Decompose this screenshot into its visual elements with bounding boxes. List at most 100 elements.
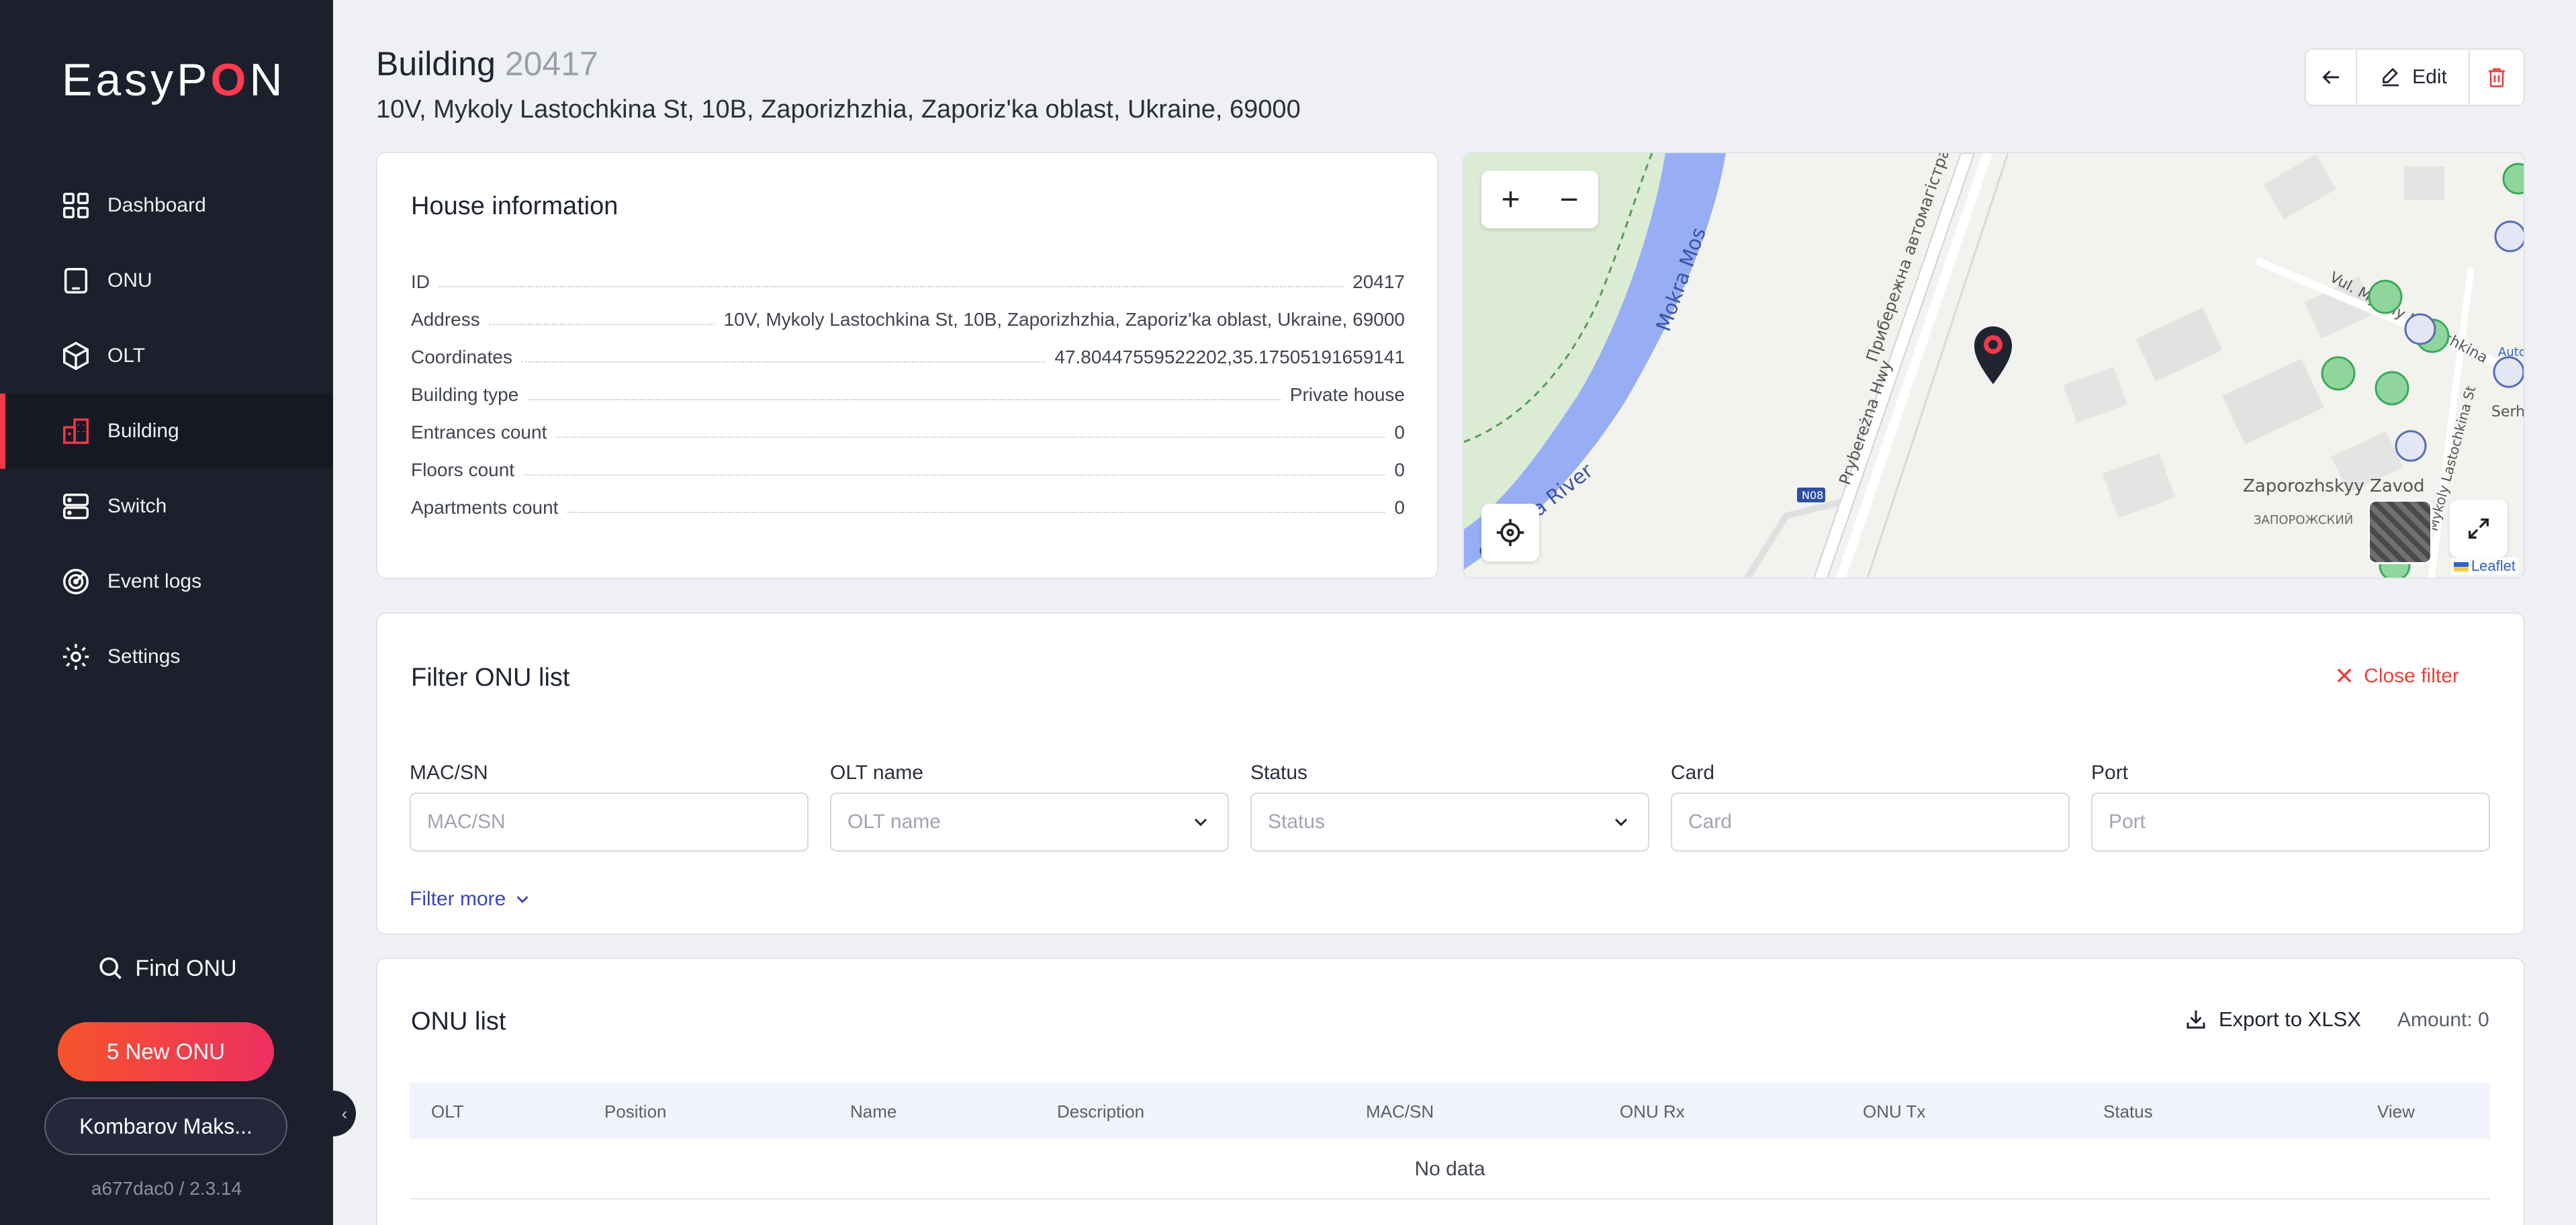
close-filter-button[interactable]: ✕ Close filter — [2334, 662, 2459, 690]
status-select[interactable]: Status — [1250, 792, 1649, 852]
ukraine-flag-icon — [2453, 562, 2469, 572]
page-title: Building 20417 — [376, 44, 598, 83]
edit-button[interactable]: Edit — [2357, 50, 2470, 105]
mac-sn-input[interactable]: MAC/SN — [410, 792, 809, 852]
delete-button[interactable] — [2470, 50, 2524, 105]
sidebar-item-label: Switch — [107, 495, 167, 517]
house-info-card: House information ID 20417 Address 10V, My… — [376, 152, 1438, 579]
chevron-left-icon: ‹ — [341, 1103, 348, 1124]
filter-more-label: Filter more — [410, 888, 506, 910]
minus-icon: − — [1559, 181, 1579, 218]
leaflet-link[interactable]: Leaflet — [2471, 557, 2516, 574]
header-actions: Edit — [2305, 48, 2525, 106]
edit-label: Edit — [2412, 66, 2447, 88]
new-onu-button[interactable]: 5 New ONU — [58, 1022, 274, 1081]
field-label-olt: OLT name — [830, 762, 923, 784]
onu-amount: Amount: 0 — [2397, 1009, 2489, 1031]
find-onu-button[interactable]: Find ONU — [0, 954, 333, 983]
sidebar-item-label: Building — [107, 420, 179, 442]
building-icon — [60, 416, 91, 447]
page-address: 10V, Mykoly Lastochkina St, 10B, Zaporiz… — [376, 95, 1301, 124]
sidebar-collapse-button[interactable]: ‹ — [333, 1091, 356, 1136]
column-header-view[interactable]: View — [2377, 1101, 2415, 1122]
sidebar-item-switch[interactable]: Switch — [0, 469, 333, 544]
onu-list-title: ONU list — [411, 1007, 506, 1036]
sidebar-nav: Dashboard ONU OLT Building Switch Event … — [0, 168, 333, 694]
user-menu-button[interactable]: Kombarov Maks... — [44, 1097, 287, 1155]
map-widget[interactable]: Mokra Mos oskovka River Прибережна автом… — [1463, 152, 2525, 579]
sidebar-item-building[interactable]: Building — [0, 394, 333, 469]
app-version: a677dac0 / 2.3.14 — [91, 1178, 242, 1199]
column-header-onu-rx[interactable]: ONU Rx — [1620, 1101, 1685, 1122]
info-row-apartments: Apartments count 0 — [411, 497, 1405, 518]
sidebar-item-settings[interactable]: Settings — [0, 619, 333, 694]
building-number: 20417 — [504, 45, 598, 83]
info-row-address: Address 10V, Mykoly Lastochkina St, 10B, … — [411, 309, 1405, 330]
square-icon — [60, 265, 91, 296]
crosshair-icon — [1496, 518, 1524, 547]
map-attribution[interactable]: Leaflet — [2450, 557, 2518, 575]
sidebar-item-dashboard[interactable]: Dashboard — [0, 168, 333, 243]
port-placeholder: Port — [2109, 811, 2146, 833]
sidebar-item-event-logs[interactable]: Event logs — [0, 544, 333, 619]
column-header-name[interactable]: Name — [850, 1101, 896, 1122]
map-canvas[interactable]: Mokra Mos oskovka River Прибережна автом… — [1464, 153, 2525, 579]
sidebar-item-label: OLT — [107, 345, 146, 367]
find-onu-label: Find ONU — [135, 955, 237, 981]
info-row-building-type: Building type Private house — [411, 384, 1405, 405]
map-road-badge: N08 — [1802, 489, 1823, 502]
radar-icon — [60, 566, 91, 597]
layer-switcher-button[interactable] — [2368, 500, 2432, 564]
sidebar-item-label: ONU — [107, 269, 152, 291]
zoom-out-button[interactable]: − — [1540, 171, 1598, 228]
sidebar: EasyPON Dashboard ONU OLT Building Switc… — [0, 0, 333, 1225]
column-header-mac[interactable]: MAC/SN — [1366, 1101, 1434, 1122]
edit-icon — [2383, 68, 2399, 87]
field-label-mac: MAC/SN — [410, 762, 488, 784]
zoom-in-button[interactable]: + — [1481, 171, 1540, 228]
column-header-olt[interactable]: OLT — [431, 1101, 464, 1122]
house-info-title: House information — [411, 192, 618, 220]
port-input[interactable]: Port — [2091, 792, 2490, 852]
map-label-place1: Zaporozhskyy Zavod — [2243, 476, 2425, 496]
info-row-entrances: Entrances count 0 — [411, 422, 1405, 443]
sidebar-item-label: Event logs — [107, 570, 202, 592]
trash-icon — [2489, 68, 2505, 87]
column-header-description[interactable]: Description — [1057, 1101, 1144, 1122]
cube-icon — [60, 341, 91, 371]
mac-sn-placeholder: MAC/SN — [427, 811, 506, 833]
sidebar-item-olt[interactable]: OLT — [0, 318, 333, 394]
filter-title: Filter ONU list — [411, 664, 570, 692]
map-zoom-control: + − — [1481, 171, 1598, 228]
sidebar-item-label: Settings — [107, 645, 181, 668]
fullscreen-button[interactable] — [2450, 500, 2508, 557]
column-header-position[interactable]: Position — [604, 1101, 667, 1122]
olt-name-placeholder: OLT name — [847, 811, 941, 833]
sidebar-item-onu[interactable]: ONU — [0, 243, 333, 318]
field-label-status: Status — [1250, 762, 1308, 784]
chevron-down-icon — [516, 896, 528, 903]
expand-icon — [2469, 518, 2489, 539]
info-row-coordinates: Coordinates 47.80447559522202,35.17505191… — [411, 347, 1405, 367]
column-header-status[interactable]: Status — [2103, 1101, 2153, 1122]
chevron-down-icon — [1614, 818, 1628, 827]
back-button[interactable] — [2306, 50, 2357, 105]
close-filter-label: Close filter — [2364, 665, 2459, 687]
info-row-id: ID 20417 — [411, 271, 1405, 292]
info-row-floors: Floors count 0 — [411, 459, 1405, 480]
map-label-road5: Serhii — [2491, 404, 2525, 420]
locate-button[interactable] — [1481, 504, 1539, 561]
app-logo[interactable]: EasyPON — [62, 54, 286, 106]
card-placeholder: Card — [1688, 811, 1733, 833]
export-xlsx-button[interactable]: Export to XLSX — [2184, 1007, 2361, 1032]
table-empty-state: No data — [410, 1140, 2490, 1199]
olt-name-select[interactable]: OLT name — [830, 792, 1229, 852]
filter-more-button[interactable]: Filter more — [410, 888, 533, 911]
map-label-place2: ЗАПОРОЖСКИЙ — [2254, 512, 2353, 527]
export-label: Export to XLSX — [2219, 1007, 2361, 1031]
server-icon — [60, 491, 91, 522]
gear-icon — [60, 641, 91, 672]
page-title-text: Building — [376, 45, 496, 83]
column-header-onu-tx[interactable]: ONU Tx — [1863, 1101, 1925, 1122]
card-input[interactable]: Card — [1671, 792, 2070, 852]
